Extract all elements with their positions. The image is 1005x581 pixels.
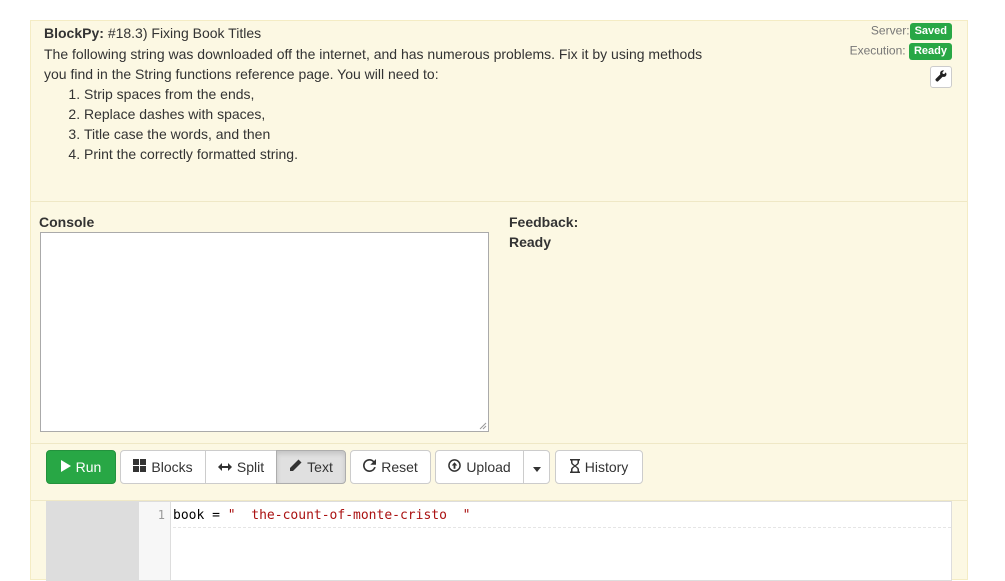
blocks-mode-label: Blocks (151, 459, 193, 475)
text-mode-label: Text (307, 459, 333, 475)
editor-toolbar: Run Blocks Split Text Reset Upload Histo… (31, 443, 967, 501)
feedback-label: Feedback: (509, 214, 579, 230)
assignment-header: BlockPy: #18.3) Fixing Book Titles The f… (31, 21, 967, 202)
history-button[interactable]: History (555, 450, 643, 484)
run-button[interactable]: Run (46, 450, 116, 484)
step-item: Strip spaces from the ends, (84, 84, 734, 104)
wrench-icon (935, 69, 947, 85)
code-operator: = (204, 508, 228, 523)
editor-side-gutter (47, 502, 139, 580)
resize-grip-icon[interactable] (479, 422, 487, 430)
history-button-label: History (584, 459, 629, 475)
reset-button-label: Reset (381, 459, 418, 475)
code-line[interactable]: book = " the-count-of-monte-cristo " (173, 507, 951, 528)
app-name: BlockPy: (44, 25, 104, 41)
resize-horizontal-icon (217, 459, 232, 475)
code-variable: book (173, 508, 205, 523)
th-large-icon (133, 459, 147, 475)
feedback-status: Ready (509, 234, 552, 250)
line-number: 1 (157, 508, 165, 522)
execution-status-label: Execution: (849, 43, 906, 58)
pencil-icon (289, 459, 302, 475)
text-mode-button[interactable]: Text (276, 450, 346, 484)
code-string-literal: " the-count-of-monte-cristo " (227, 508, 471, 523)
blocks-mode-button[interactable]: Blocks (120, 450, 206, 484)
assignment-instructions: The following string was downloaded off … (44, 44, 734, 164)
upload-button[interactable]: Upload (435, 450, 524, 484)
reset-button[interactable]: Reset (350, 450, 431, 484)
execution-status: Execution: Ready (850, 43, 952, 60)
step-item: Title case the words, and then (84, 124, 734, 144)
upload-icon (448, 459, 462, 475)
instructions-text-2: you find in the String functions referen… (44, 66, 439, 82)
console-output[interactable] (40, 232, 489, 432)
split-mode-label: Split (236, 459, 265, 475)
hourglass-icon (569, 458, 580, 476)
execution-status-badge: Ready (908, 43, 952, 60)
refresh-icon (363, 459, 377, 475)
server-status-label: Server: (870, 23, 910, 38)
caret-down-icon (532, 459, 541, 475)
step-item: Replace dashes with spaces, (84, 104, 734, 124)
assignment-name: #18.3) Fixing Book Titles (107, 25, 262, 41)
console-label: Console (39, 214, 95, 230)
instructions-text-1: The following string was downloaded off … (44, 46, 703, 62)
upload-options-button[interactable] (523, 450, 550, 484)
instructions-steps: Strip spaces from the ends, Replace dash… (44, 84, 734, 164)
server-status-badge: Saved (909, 23, 952, 40)
code-editor[interactable]: 1 book = " the-count-of-monte-cristo " (46, 501, 952, 581)
line-number-gutter: 1 (139, 502, 171, 580)
step-item: Print the correctly formatted string. (84, 144, 734, 164)
run-button-label: Run (75, 459, 102, 475)
settings-button[interactable] (930, 66, 952, 88)
upload-button-label: Upload (466, 459, 511, 475)
server-status: Server: Saved (871, 23, 952, 40)
split-mode-button[interactable]: Split (205, 450, 277, 484)
assignment-panel: BlockPy: #18.3) Fixing Book Titles The f… (30, 20, 968, 581)
play-icon (60, 459, 71, 475)
assignment-title: BlockPy: #18.3) Fixing Book Titles (44, 24, 261, 42)
